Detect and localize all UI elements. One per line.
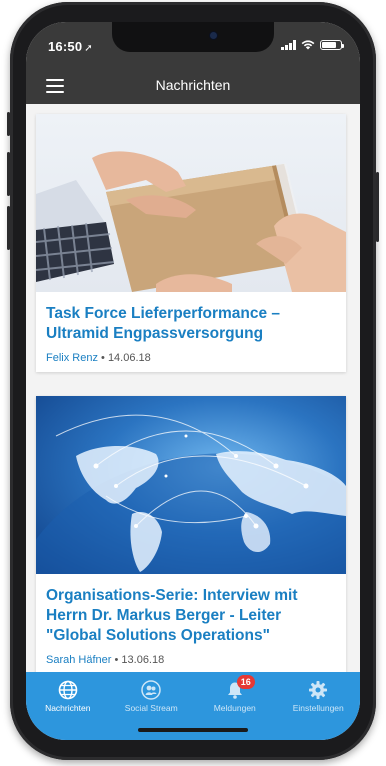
globe-icon — [58, 680, 78, 700]
gear-icon — [309, 681, 328, 699]
hands-box-illustration — [36, 151, 346, 292]
article-date: 14.06.18 — [107, 352, 151, 364]
nav-bar: Nachrichten — [26, 68, 360, 104]
tab-label: Einstellungen — [292, 703, 344, 713]
tab-nachrichten[interactable]: Nachrichten — [26, 672, 110, 740]
app-screen: 16:50 ➚ Nachrichten Task Force Lieferper… — [26, 22, 360, 740]
volume-up-button — [7, 152, 10, 196]
home-indicator[interactable] — [138, 728, 248, 732]
power-button — [376, 172, 379, 242]
article-meta: Felix Renz • 14.06.18 — [36, 344, 346, 376]
article-author[interactable]: Felix Renz — [46, 352, 98, 364]
status-icons — [281, 40, 344, 50]
meta-separator: • — [97, 352, 108, 364]
tab-label: Meldungen — [213, 703, 256, 713]
silent-switch — [7, 112, 10, 136]
status-time: 16:50 ➚ — [48, 39, 93, 54]
article-date: 13.06.18 — [121, 654, 165, 666]
article-card[interactable]: Task Force Lieferperformance – Ultramid … — [36, 114, 346, 372]
status-bar: 16:50 ➚ — [26, 22, 360, 68]
tab-einstellungen[interactable]: Einstellungen — [277, 672, 361, 740]
news-feed[interactable]: Task Force Lieferperformance – Ultramid … — [26, 104, 360, 672]
article-title[interactable]: Organisations-Serie: Interview mit Herrn… — [36, 574, 346, 646]
article-card[interactable]: Organisations-Serie: Interview mit Herrn… — [36, 396, 346, 672]
article-author[interactable]: Sarah Häfner — [46, 654, 111, 666]
status-time-text: 16:50 — [48, 39, 83, 54]
globe-network-illustration — [36, 414, 346, 574]
article-title[interactable]: Task Force Lieferperformance – Ultramid … — [36, 292, 346, 344]
page-title: Nachrichten — [155, 77, 231, 93]
location-arrow-icon: ➚ — [84, 43, 93, 54]
battery-icon — [320, 40, 344, 50]
camera-icon — [210, 32, 217, 39]
wifi-icon — [301, 40, 315, 50]
article-image[interactable] — [36, 114, 346, 292]
tab-label: Social Stream — [124, 703, 178, 713]
notch — [112, 22, 274, 52]
signal-icon — [281, 40, 296, 50]
article-image[interactable] — [36, 396, 346, 574]
article-meta: Sarah Häfner • 13.06.18 — [36, 646, 346, 672]
tab-label: Nachrichten — [45, 703, 91, 713]
notification-badge: 16 — [236, 675, 255, 689]
meta-separator: • — [111, 654, 122, 666]
volume-down-button — [7, 206, 10, 250]
people-icon — [141, 680, 161, 700]
